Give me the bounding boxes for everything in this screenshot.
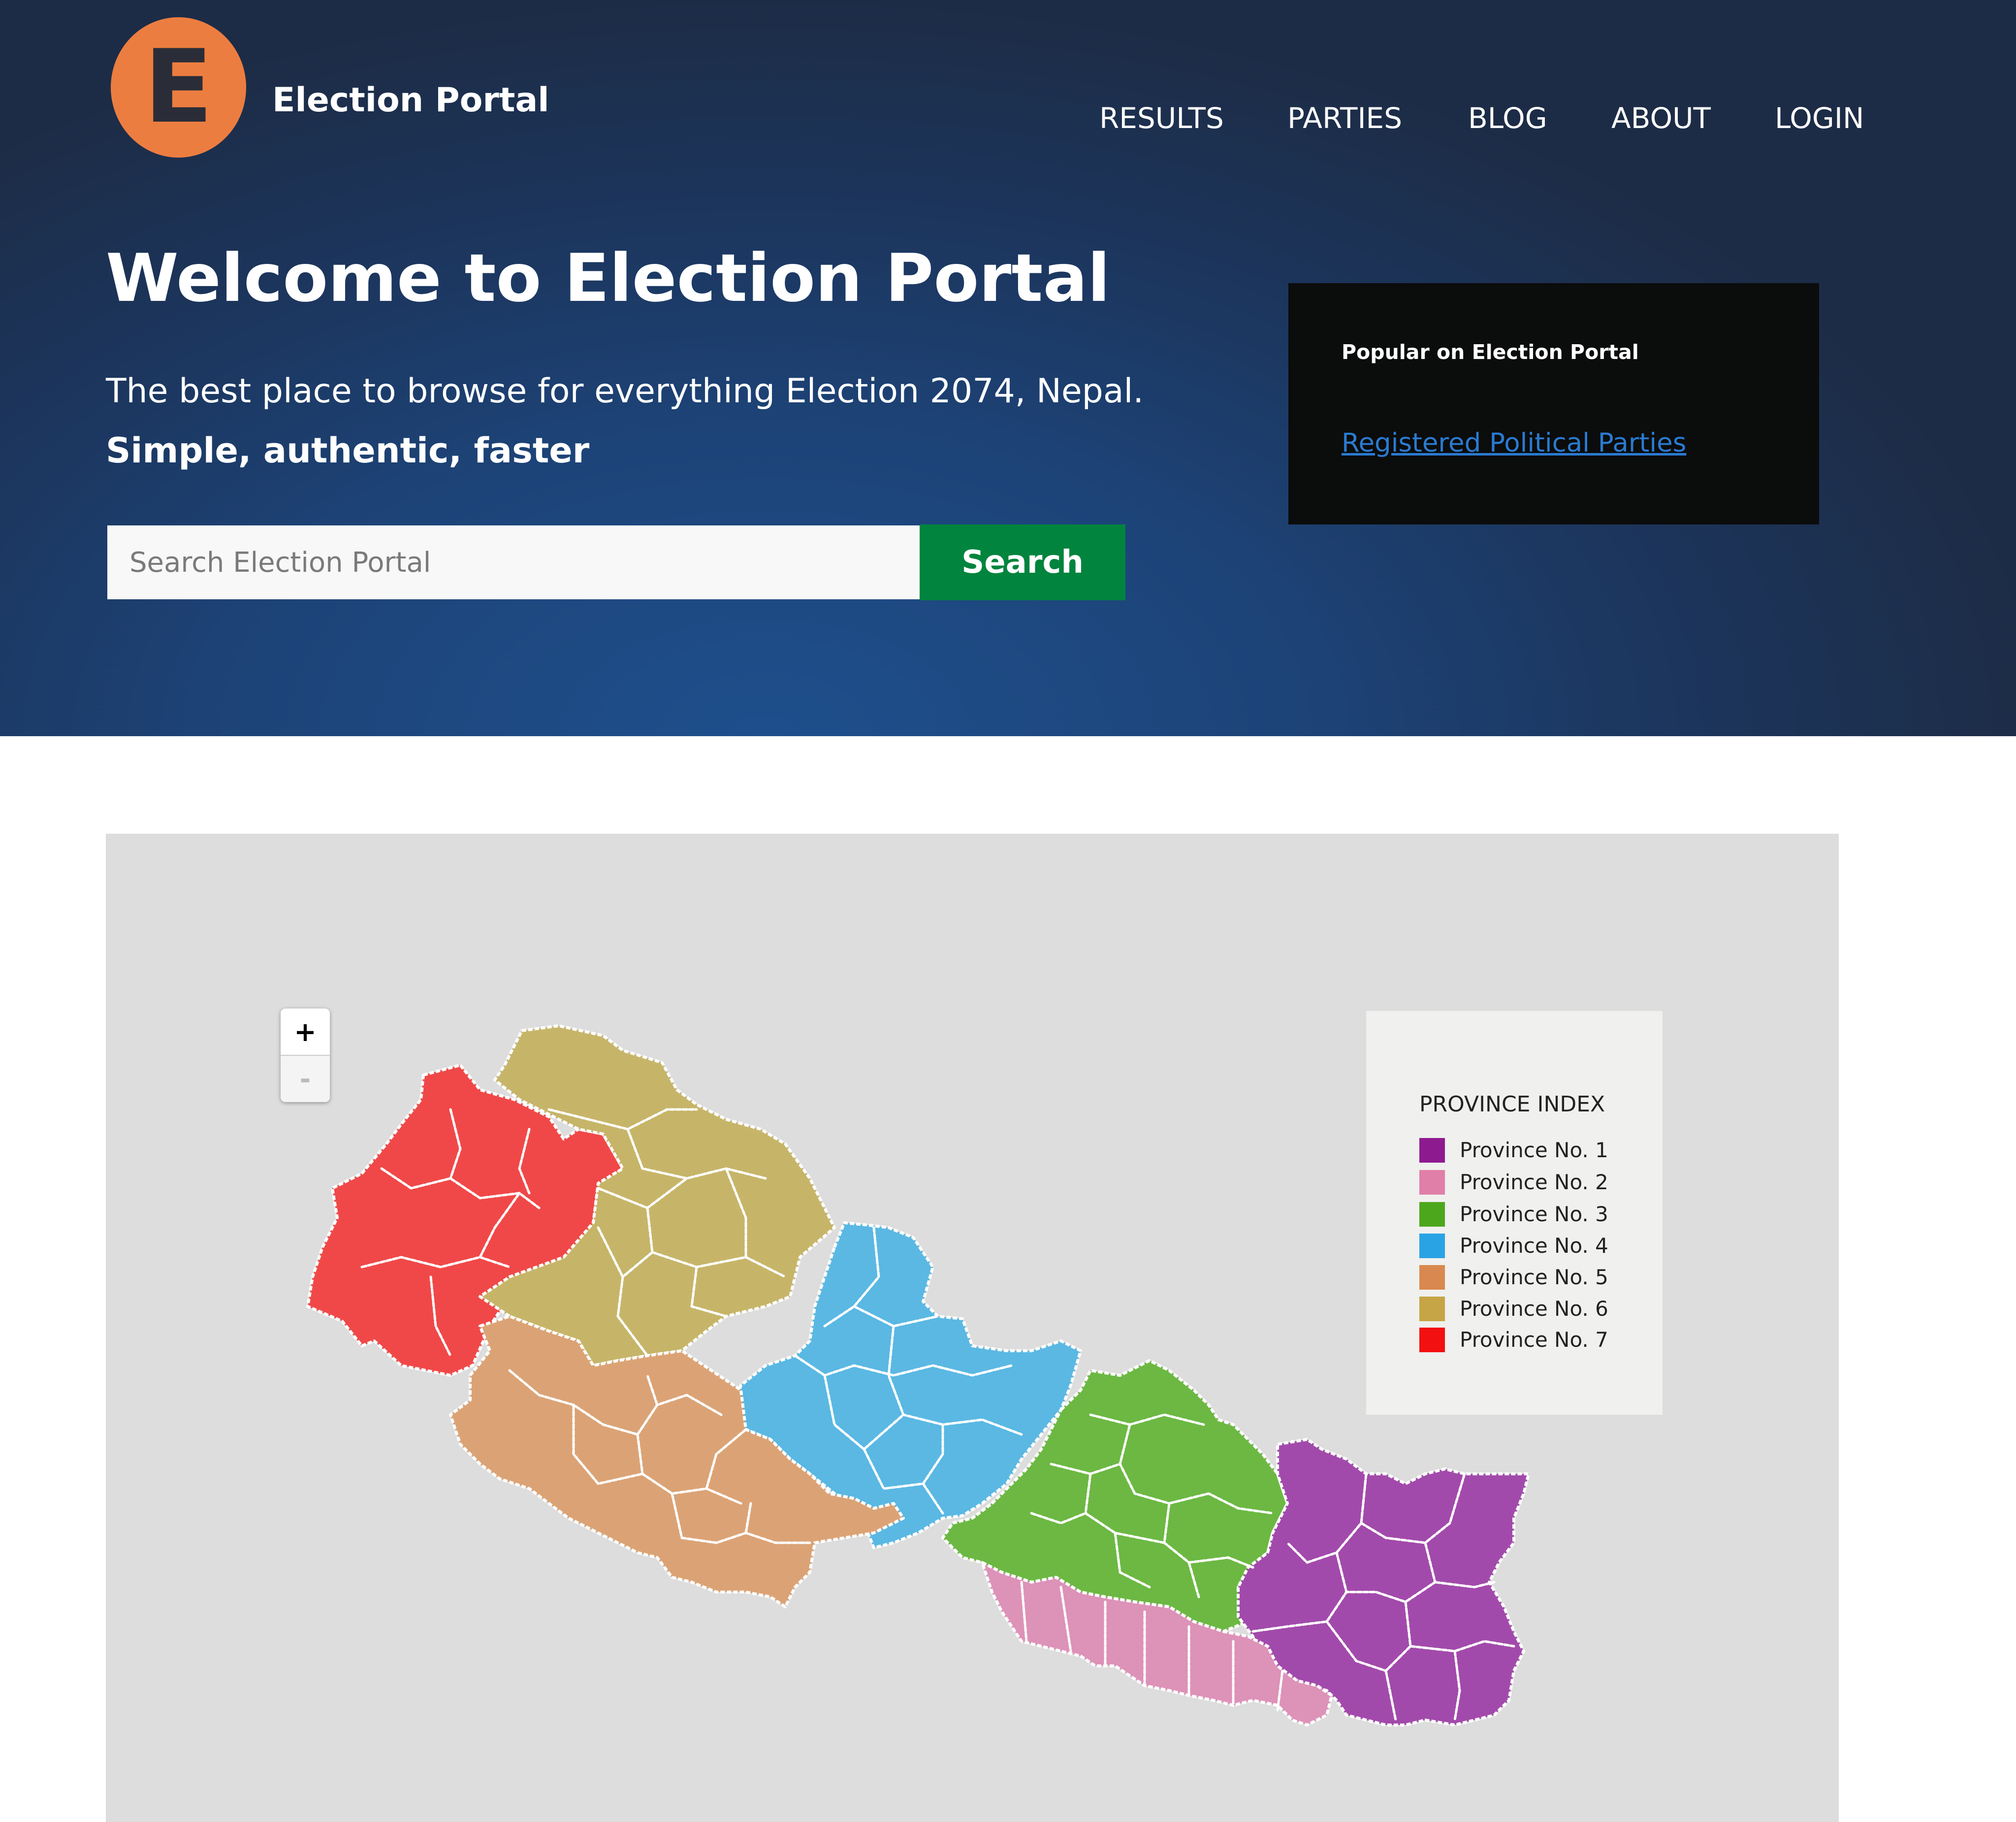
legend-label: Province No. 4 [1460,1234,1608,1258]
legend-swatch [1419,1138,1445,1163]
legend-label: Province No. 1 [1460,1138,1608,1162]
popular-title: Popular on Election Portal [1342,340,1639,364]
province-map[interactable]: + - PROVINCE INDEX Province No. 1 Provin… [106,834,1839,1822]
zoom-out-button[interactable]: - [281,1056,330,1102]
popular-link-registered-parties[interactable]: Registered Political Parties [1342,426,1686,460]
legend-label: Province No. 2 [1460,1170,1608,1194]
page-title: Welcome to Election Portal [106,240,1110,317]
legend-label: Province No. 3 [1460,1202,1608,1226]
legend-label: Province No. 7 [1460,1328,1608,1352]
nav-results[interactable]: RESULTS [1099,98,1224,138]
nav-about[interactable]: ABOUT [1611,98,1711,138]
legend-swatch [1419,1170,1445,1195]
legend-swatch [1419,1202,1445,1227]
legend-label: Province No. 5 [1460,1265,1608,1289]
legend-title: PROVINCE INDEX [1419,1092,1605,1117]
hero-banner: E Election Portal RESULTS PARTIES BLOG A… [0,0,2016,736]
search-button[interactable]: Search [920,524,1125,600]
legend-swatch [1419,1297,1445,1321]
legend-label: Province No. 6 [1460,1297,1608,1321]
zoom-control: + - [281,1009,330,1102]
legend-swatch [1419,1234,1445,1258]
popular-box: Popular on Election Portal Registered Po… [1288,283,1819,524]
main-nav: RESULTS PARTIES BLOG ABOUT LOGIN [0,98,2016,138]
legend-item-province-6: Province No. 6 [1419,1295,1656,1323]
legend-item-province-5: Province No. 5 [1419,1264,1656,1291]
search-input[interactable] [107,525,920,599]
legend-swatch [1419,1265,1445,1290]
province-legend: PROVINCE INDEX Province No. 1 Province N… [1366,1011,1663,1415]
legend-item-province-3: Province No. 3 [1419,1201,1656,1228]
zoom-in-button[interactable]: + [281,1009,330,1056]
hero-subtitle: The best place to browse for everything … [106,372,1144,411]
nav-blog[interactable]: BLOG [1468,98,1547,138]
legend-item-province-4: Province No. 4 [1419,1232,1656,1260]
nav-parties[interactable]: PARTIES [1287,98,1402,138]
nav-login[interactable]: LOGIN [1775,98,1864,138]
legend-item-province-1: Province No. 1 [1419,1137,1656,1164]
legend-swatch [1419,1328,1445,1352]
legend-item-province-7: Province No. 7 [1419,1326,1656,1354]
legend-item-province-2: Province No. 2 [1419,1169,1656,1196]
hero-tagline: Simple, authentic, faster [106,430,590,471]
